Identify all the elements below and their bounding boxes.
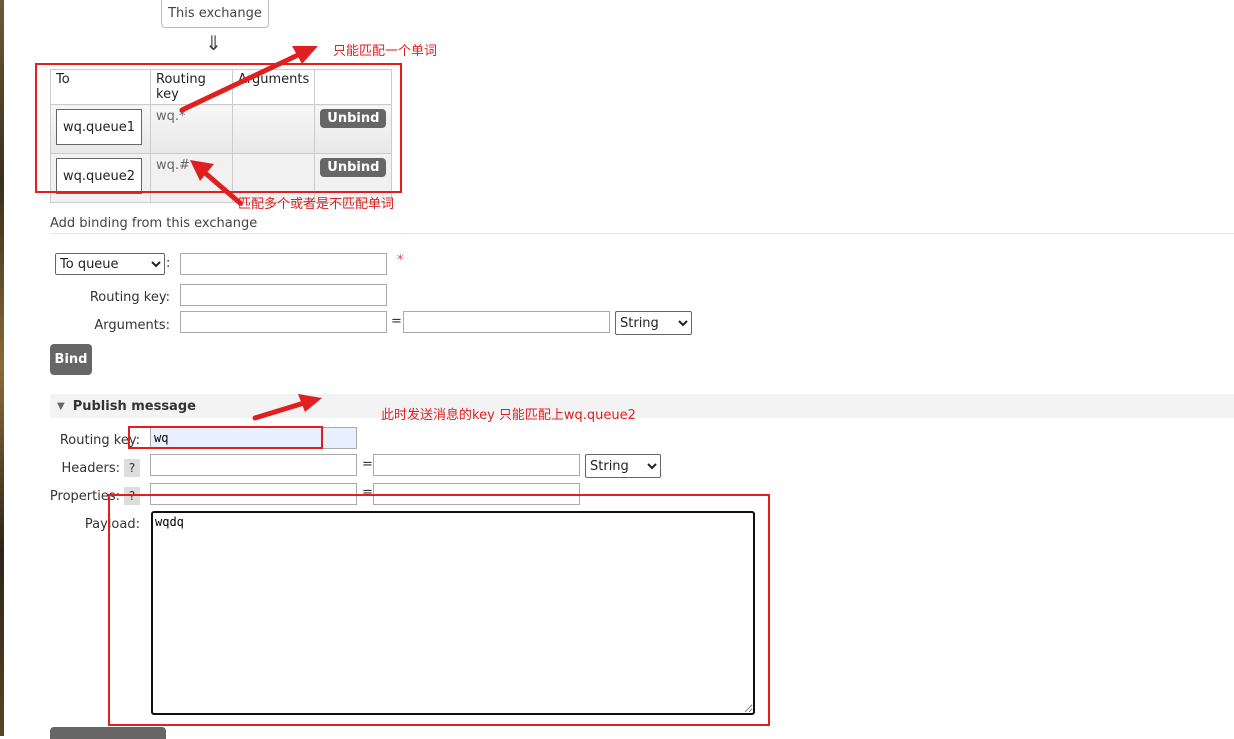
publish-message-title: Publish message	[72, 398, 196, 414]
equals-sign: =	[391, 314, 402, 329]
bind-button[interactable]: Bind	[50, 344, 92, 375]
header-key-input[interactable]	[150, 454, 357, 476]
publish-message-button[interactable]	[50, 727, 166, 739]
this-exchange-box: This exchange	[161, 0, 269, 28]
annotation-publish-note: 此时发送消息的key 只能匹配上wq.queue2	[381, 408, 636, 423]
properties-label: Properties:	[49, 489, 120, 504]
required-asterisk: *	[397, 253, 404, 268]
binding-arguments-label: Arguments:	[94, 318, 170, 333]
binding-routing-key-input[interactable]	[180, 284, 387, 306]
destination-input[interactable]	[180, 253, 387, 275]
destination-type-select[interactable]: To queue	[55, 253, 165, 275]
headers-label: Headers:	[61, 461, 121, 476]
equals-sign: =	[362, 457, 373, 472]
down-arrow-icon: ⇓	[205, 31, 222, 55]
annotation-multi-word: 匹配多个或者是不匹配单词	[238, 197, 395, 212]
annotation-single-word: 只能匹配一个单词	[333, 44, 438, 59]
left-edge-strip	[0, 0, 4, 736]
add-binding-title: Add binding from this exchange	[50, 216, 258, 231]
argument-type-select[interactable]: String	[615, 311, 692, 335]
annotation-box-payload	[108, 494, 770, 726]
publish-message-header[interactable]: ▼ Publish message	[50, 394, 1234, 418]
this-exchange-label: This exchange	[168, 5, 262, 21]
header-value-input[interactable]	[373, 454, 580, 476]
headers-help-icon[interactable]: ?	[124, 459, 140, 477]
publish-routing-key-label: Routing key:	[59, 433, 140, 448]
header-type-select[interactable]: String	[585, 454, 661, 478]
binding-routing-key-label: Routing key:	[89, 290, 170, 305]
annotation-box-routing-key	[128, 426, 323, 449]
section-divider	[50, 233, 1234, 234]
annotation-box-bindings	[35, 63, 402, 193]
colon-separator: :	[166, 256, 171, 271]
argument-value-input[interactable]	[403, 311, 610, 333]
argument-key-input[interactable]	[180, 311, 387, 333]
collapse-triangle-icon: ▼	[57, 400, 65, 412]
